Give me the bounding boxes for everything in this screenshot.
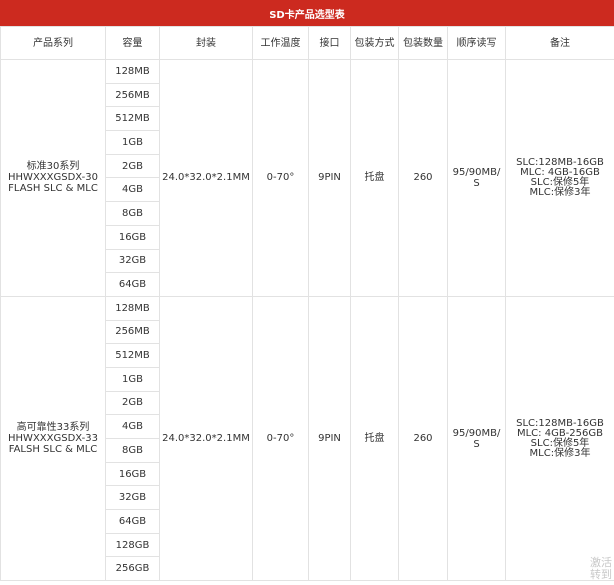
capacity-cell: 256MB <box>105 82 160 108</box>
header-capacity: 容量 <box>105 26 160 60</box>
notes-cell-line: SLC:保修5年 <box>530 437 590 449</box>
capacity-cell: 16GB <box>105 461 160 487</box>
series-cell-line: 高可靠性33系列 <box>16 422 90 433</box>
capacity-cell: 64GB <box>105 509 160 534</box>
series-cell-line: FLASH SLC & MLC <box>8 183 98 195</box>
capacity-cell: 256MB <box>105 319 160 345</box>
interface-cell: 9PIN <box>308 59 351 297</box>
watermark-line: 转到 <box>590 568 612 581</box>
capacity-cell: 4GB <box>105 177 160 203</box>
notes-cell-line: MLC:保修3年 <box>529 447 591 459</box>
package-cell: 24.0*32.0*2.1MM <box>159 59 253 297</box>
capacity-cell: 2GB <box>105 390 160 416</box>
capacity-cell: 1GB <box>105 130 160 155</box>
interface-cell: 9PIN <box>308 295 351 582</box>
speed-cell: 95/90MB/S <box>447 59 506 297</box>
header-quantity: 包装数量 <box>398 26 448 60</box>
table-row: 高可靠性33系列 HHWXXXGSDX-33 FALSH SLC & MLC 128M… <box>0 295 614 582</box>
speed-cell-line: 95/90MB/ <box>452 427 501 439</box>
capacity-cell: 2GB <box>105 153 160 179</box>
temperature-cell: 0-70° <box>252 295 309 582</box>
capacity-cell: 64GB <box>105 272 160 297</box>
packing-cell: 托盘 <box>350 295 399 582</box>
capacity-cell: 512MB <box>105 106 160 132</box>
header-row: 产品系列 容量 封装 工作温度 接口 包装方式 包装数量 顺序读写 备注 <box>0 26 614 60</box>
capacity-cell: 4GB <box>105 414 160 439</box>
series-cell-line: HHWXXXGSDX-33 <box>8 433 98 444</box>
capacity-cell: 128MB <box>105 295 160 321</box>
temperature-cell: 0-70° <box>252 59 309 297</box>
packing-cell: 托盘 <box>350 59 399 297</box>
series-cell-line: FALSH SLC & MLC <box>8 444 98 455</box>
capacity-cell: 8GB <box>105 438 160 463</box>
header-series: 产品系列 <box>0 26 106 60</box>
header-interface: 接口 <box>308 26 351 60</box>
notes-cell-line: SLC:128MB-16GB <box>516 417 604 429</box>
capacity-cell: 32GB <box>105 248 160 274</box>
header-notes: 备注 <box>505 26 614 60</box>
notes-cell-line: MLC:保修3年 <box>529 186 591 198</box>
header-packing: 包装方式 <box>350 26 399 60</box>
package-cell: 24.0*32.0*2.1MM <box>159 295 253 582</box>
header-package: 封装 <box>159 26 253 60</box>
table-row: 标准30系列 HHWXXXGSDX-30 FLASH SLC & MLC 128MB 2… <box>0 59 614 297</box>
capacity-cell: 32GB <box>105 485 160 511</box>
header-speed: 顺序读写 <box>447 26 506 60</box>
table-body: 标准30系列 HHWXXXGSDX-30 FLASH SLC & MLC 128MB 2… <box>0 59 614 582</box>
series-cell: 标准30系列 HHWXXXGSDX-30 FLASH SLC & MLC <box>0 59 106 297</box>
speed-cell: 95/90MB/S <box>447 295 506 582</box>
notes-cell-line: MLC: 4GB-256GB <box>516 427 603 439</box>
capacity-cell: 1GB <box>105 366 160 392</box>
capacity-cell: 512MB <box>105 343 160 368</box>
capacity-cell: 128GB <box>105 532 160 558</box>
watermark: 激活 转到 <box>590 557 612 583</box>
capacity-cell: 16GB <box>105 224 160 250</box>
speed-cell-line: 95/90MB/ <box>452 166 501 178</box>
series-cell: 高可靠性33系列 HHWXXXGSDX-33 FALSH SLC & MLC <box>0 295 106 582</box>
capacity-cell: 128MB <box>105 59 160 84</box>
product-table: 产品系列 容量 封装 工作温度 接口 包装方式 包装数量 顺序读写 备注 标准3… <box>0 26 614 582</box>
header-temperature: 工作温度 <box>252 26 309 60</box>
speed-cell-line: S <box>473 438 480 450</box>
capacity-cell: 8GB <box>105 201 160 226</box>
notes-cell: SLC:128MB-16GB MLC: 4GB-256GB SLC:保修5年 MLC:… <box>505 295 614 582</box>
series-cell-line: 标准30系列 <box>26 161 80 173</box>
table-title: SD卡产品选型表 <box>0 0 614 26</box>
quantity-cell: 260 <box>398 295 448 582</box>
quantity-cell: 260 <box>398 59 448 297</box>
series-cell-line: HHWXXXGSDX-30 <box>8 172 98 184</box>
notes-cell: SLC:128MB-16GB MLC: 4GB-16GB SLC:保修5年 MLC:保… <box>505 59 614 297</box>
speed-cell-line: S <box>473 177 480 189</box>
capacity-cell: 256GB <box>105 556 160 582</box>
